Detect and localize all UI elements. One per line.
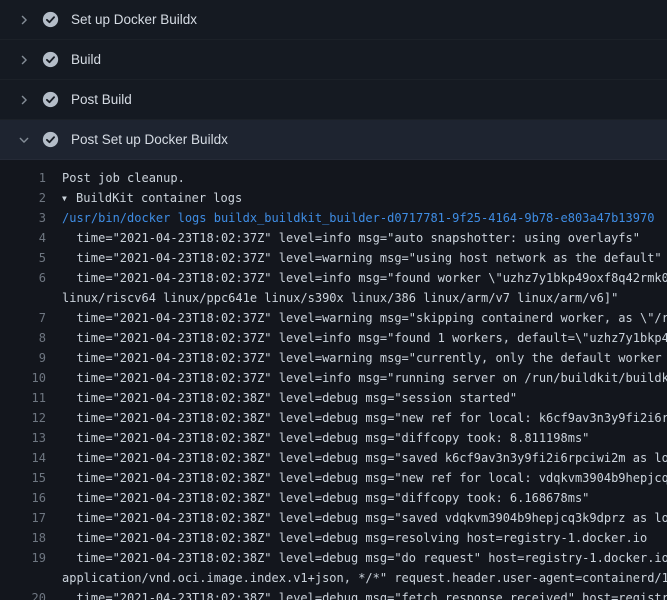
check-circle-icon <box>42 51 59 68</box>
log-line: 16 time="2021-04-23T18:02:38Z" level=deb… <box>0 488 667 508</box>
chevron-right-icon <box>16 12 32 28</box>
command-text: /usr/bin/docker logs buildx_buildkit_bui… <box>62 208 667 228</box>
line-text: time="2021-04-23T18:02:37Z" level=info m… <box>62 368 667 388</box>
log-line: 6 time="2021-04-23T18:02:37Z" level=info… <box>0 268 667 288</box>
line-text: Post job cleanup. <box>62 168 667 188</box>
line-number[interactable]: 7 <box>0 308 46 328</box>
log-line: 8 time="2021-04-23T18:02:37Z" level=info… <box>0 328 667 348</box>
check-circle-icon <box>42 131 59 148</box>
log-line: 5 time="2021-04-23T18:02:37Z" level=warn… <box>0 248 667 268</box>
log-line: 13 time="2021-04-23T18:02:38Z" level=deb… <box>0 428 667 448</box>
line-text: time="2021-04-23T18:02:38Z" level=debug … <box>62 468 667 488</box>
line-number[interactable]: 17 <box>0 508 46 528</box>
log-line: 12 time="2021-04-23T18:02:38Z" level=deb… <box>0 408 667 428</box>
chevron-down-icon <box>16 132 32 148</box>
line-number[interactable]: 20 <box>0 588 46 600</box>
log-line: 7 time="2021-04-23T18:02:37Z" level=warn… <box>0 308 667 328</box>
line-text: linux/riscv64 linux/ppc641e linux/s390x … <box>62 288 667 308</box>
log-group-toggle[interactable]: 2 ▼BuildKit container logs <box>0 188 667 208</box>
line-text: time="2021-04-23T18:02:37Z" level=info m… <box>62 268 667 288</box>
line-text: time="2021-04-23T18:02:38Z" level=debug … <box>62 588 667 600</box>
check-circle-icon <box>42 11 59 28</box>
line-number[interactable]: 2 <box>0 188 46 208</box>
section-label: Build <box>71 52 101 67</box>
line-number[interactable]: 8 <box>0 328 46 348</box>
line-number[interactable]: 19 <box>0 548 46 568</box>
line-text: time="2021-04-23T18:02:38Z" level=debug … <box>62 508 667 528</box>
line-text: time="2021-04-23T18:02:38Z" level=debug … <box>62 448 667 468</box>
log-line: 15 time="2021-04-23T18:02:38Z" level=deb… <box>0 468 667 488</box>
line-text: time="2021-04-23T18:02:38Z" level=debug … <box>62 428 667 448</box>
line-text: time="2021-04-23T18:02:37Z" level=info m… <box>62 328 667 348</box>
line-text: time="2021-04-23T18:02:37Z" level=warnin… <box>62 308 667 328</box>
line-number[interactable]: 18 <box>0 528 46 548</box>
section-post-build[interactable]: Post Build <box>0 80 667 120</box>
log-line: 4 time="2021-04-23T18:02:37Z" level=info… <box>0 228 667 248</box>
chevron-right-icon <box>16 92 32 108</box>
line-text: application/vnd.oci.image.index.v1+json,… <box>62 568 667 588</box>
line-number[interactable]: 10 <box>0 368 46 388</box>
line-text: time="2021-04-23T18:02:38Z" level=debug … <box>62 488 667 508</box>
line-number <box>0 568 46 588</box>
line-text: time="2021-04-23T18:02:37Z" level=info m… <box>62 228 667 248</box>
line-text: time="2021-04-23T18:02:38Z" level=debug … <box>62 408 667 428</box>
line-text: time="2021-04-23T18:02:38Z" level=debug … <box>62 548 667 568</box>
line-number[interactable]: 4 <box>0 228 46 248</box>
line-number[interactable]: 11 <box>0 388 46 408</box>
line-text: time="2021-04-23T18:02:38Z" level=debug … <box>62 388 667 408</box>
line-text: time="2021-04-23T18:02:37Z" level=warnin… <box>62 348 667 368</box>
workflow-steps-list: Set up Docker Buildx Build Post Build Po… <box>0 0 667 160</box>
log-line: 19 time="2021-04-23T18:02:38Z" level=deb… <box>0 548 667 568</box>
log-line: 1 Post job cleanup. <box>0 168 667 188</box>
section-post-set-up-docker-buildx[interactable]: Post Set up Docker Buildx <box>0 120 667 160</box>
chevron-right-icon <box>16 52 32 68</box>
section-build[interactable]: Build <box>0 40 667 80</box>
log-line: 9 time="2021-04-23T18:02:37Z" level=warn… <box>0 348 667 368</box>
line-number[interactable]: 1 <box>0 168 46 188</box>
log-line: 3 /usr/bin/docker logs buildx_buildkit_b… <box>0 208 667 228</box>
line-text: time="2021-04-23T18:02:38Z" level=debug … <box>62 528 667 548</box>
line-number[interactable]: 15 <box>0 468 46 488</box>
line-number[interactable]: 12 <box>0 408 46 428</box>
log-line: 11 time="2021-04-23T18:02:38Z" level=deb… <box>0 388 667 408</box>
line-number[interactable]: 6 <box>0 268 46 288</box>
triangle-down-icon: ▼ <box>62 189 76 208</box>
line-number[interactable]: 14 <box>0 448 46 468</box>
log-line: 18 time="2021-04-23T18:02:38Z" level=deb… <box>0 528 667 548</box>
check-circle-icon <box>42 91 59 108</box>
step-log-output: 1 Post job cleanup. 2 ▼BuildKit containe… <box>0 160 667 600</box>
section-label: Post Build <box>71 92 132 107</box>
log-line: 10 time="2021-04-23T18:02:37Z" level=inf… <box>0 368 667 388</box>
section-label: Post Set up Docker Buildx <box>71 132 228 147</box>
line-number[interactable]: 3 <box>0 208 46 228</box>
log-line-continuation: linux/riscv64 linux/ppc641e linux/s390x … <box>0 288 667 308</box>
log-line-continuation: application/vnd.oci.image.index.v1+json,… <box>0 568 667 588</box>
line-number[interactable]: 13 <box>0 428 46 448</box>
group-label: BuildKit container logs <box>76 191 242 205</box>
log-line: 14 time="2021-04-23T18:02:38Z" level=deb… <box>0 448 667 468</box>
line-text: time="2021-04-23T18:02:37Z" level=warnin… <box>62 248 667 268</box>
line-number[interactable]: 9 <box>0 348 46 368</box>
log-line: 20 time="2021-04-23T18:02:38Z" level=deb… <box>0 588 667 600</box>
line-number[interactable]: 5 <box>0 248 46 268</box>
section-label: Set up Docker Buildx <box>71 12 197 27</box>
line-number <box>0 288 46 308</box>
line-number[interactable]: 16 <box>0 488 46 508</box>
log-line: 17 time="2021-04-23T18:02:38Z" level=deb… <box>0 508 667 528</box>
section-set-up-docker-buildx[interactable]: Set up Docker Buildx <box>0 0 667 40</box>
